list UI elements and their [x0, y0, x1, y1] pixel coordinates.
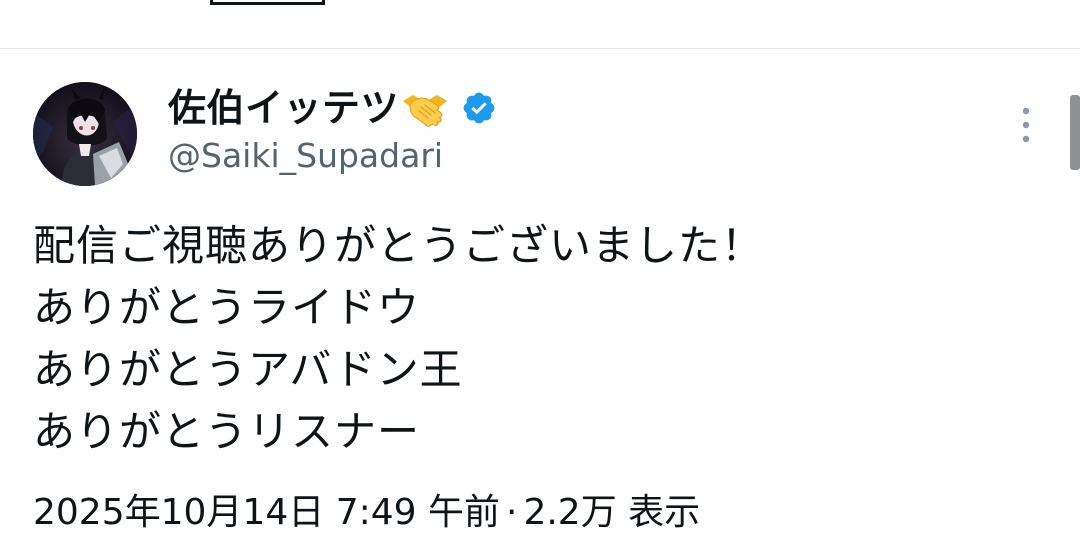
- divider: [0, 48, 1080, 49]
- view-count-label: 表示: [628, 492, 701, 533]
- tweet-line: ありがとうアバドン王: [33, 345, 463, 394]
- tweet-metadata: 2025年10月14日 7:49 午前 · 2.2万 表示: [33, 488, 700, 533]
- post-date[interactable]: 2025年10月14日: [33, 492, 324, 533]
- more-vertical-icon[interactable]: [1016, 106, 1036, 144]
- tweet-text: 配信ご視聴ありがとうございました！ ありがとうライドウ ありがとうアバドン王 あ…: [33, 215, 1033, 463]
- name-row: 佐伯イッテツ: [168, 82, 497, 134]
- tweet-header: 佐伯イッテツ @Saiki_Supadari: [168, 82, 497, 178]
- separator: ·: [506, 492, 518, 533]
- tweet-line: 配信ご視聴ありがとうございました！: [33, 221, 765, 270]
- avatar[interactable]: [33, 82, 137, 186]
- verified-badge-icon: [463, 92, 495, 124]
- display-name[interactable]: 佐伯イッテツ: [168, 82, 399, 134]
- tweet-detail-view: 佐伯イッテツ @Saiki_Supadari 配信ご視聴ありがとうございました！…: [0, 0, 1080, 533]
- previous-content-fragment: [210, 0, 325, 5]
- view-count: 2.2万: [523, 492, 617, 533]
- user-handle[interactable]: @Saiki_Supadari: [168, 134, 497, 178]
- post-time[interactable]: 7:49 午前: [336, 492, 500, 533]
- handshake-emoji-icon: [403, 95, 448, 127]
- scrollbar[interactable]: [1070, 95, 1080, 170]
- tweet-line: ありがとうライドウ: [33, 283, 421, 332]
- tweet-line: ありがとうリスナー: [33, 407, 421, 456]
